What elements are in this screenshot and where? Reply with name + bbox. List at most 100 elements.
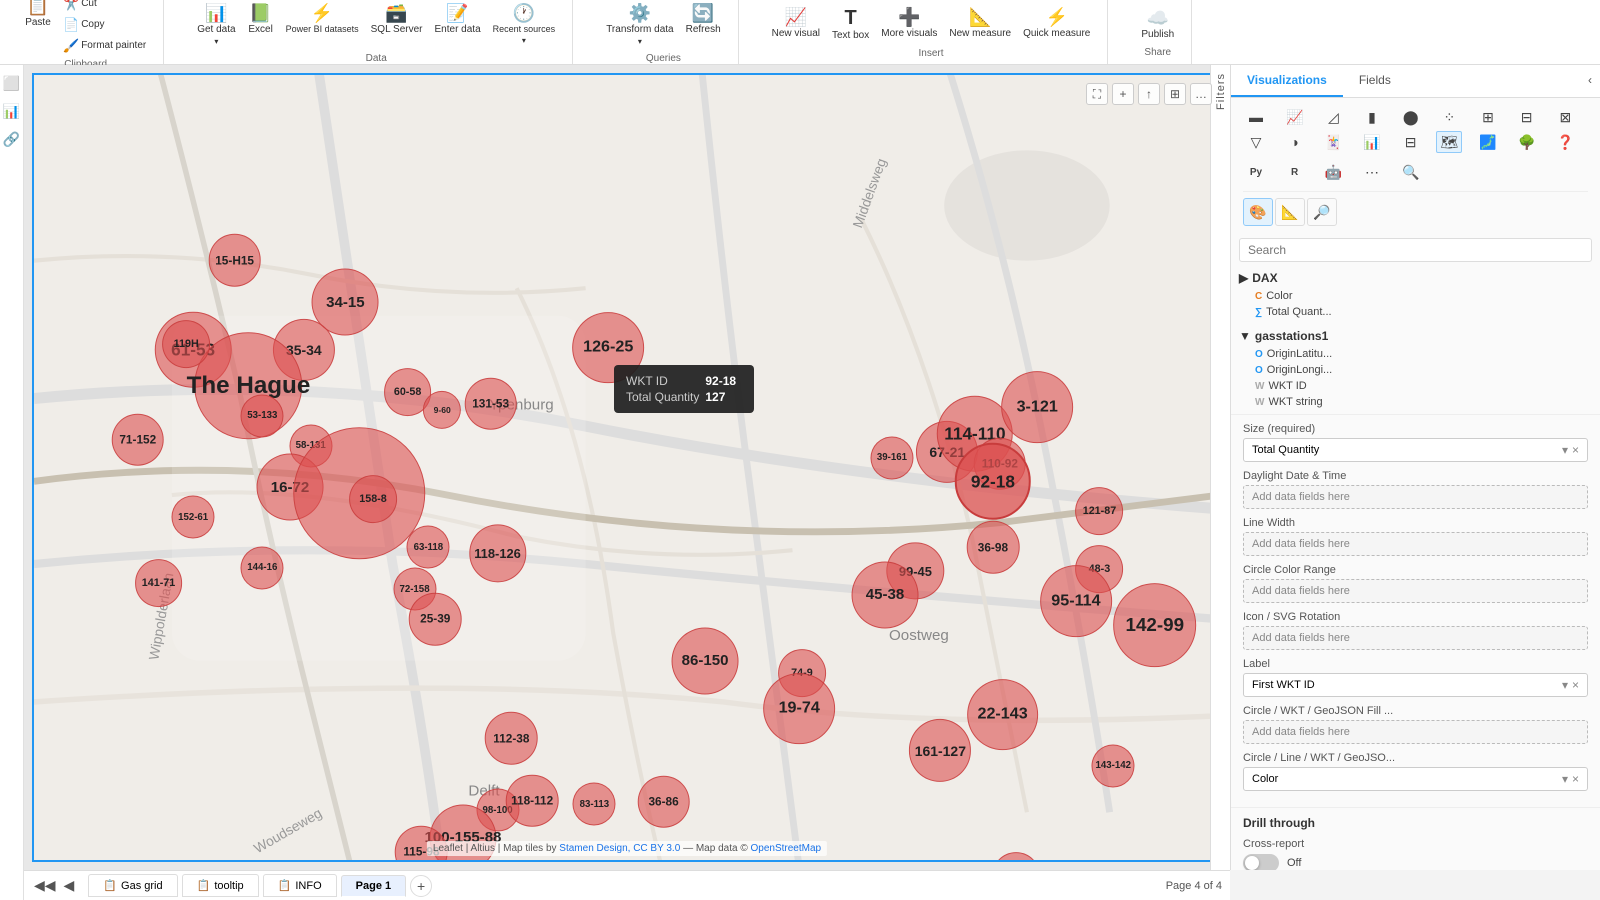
viz-icon-kpi[interactable]: 📊: [1359, 131, 1385, 153]
get-data-arrow: ▾: [214, 37, 218, 46]
size-select[interactable]: Total Quantity ▾ ×: [1243, 438, 1588, 462]
circle-color-dropzone[interactable]: Add data fields here: [1243, 579, 1588, 603]
tab-fields[interactable]: Fields: [1343, 65, 1407, 97]
viz-icon-qa[interactable]: ❓: [1552, 131, 1578, 153]
new-visual-button[interactable]: 📈 New visual: [767, 5, 825, 44]
filters-sidebar: Filters: [1210, 65, 1230, 870]
page1-tab[interactable]: Page 1: [341, 875, 406, 897]
stamen-link[interactable]: Stamen Design, CC BY 3.0: [559, 843, 680, 854]
format-pane-button[interactable]: 🎨: [1243, 198, 1273, 226]
field-total-quantity[interactable]: ∑ Total Quant...: [1239, 304, 1592, 320]
viz-icon-bar[interactable]: ▬: [1243, 106, 1269, 128]
viz-icon-treemap[interactable]: ⊠: [1552, 106, 1578, 128]
osm-link[interactable]: OpenStreetMap: [750, 843, 821, 854]
paste-button[interactable]: 📋 Paste: [20, 0, 56, 55]
refresh-button[interactable]: 🔄 Refresh: [681, 1, 726, 49]
main-canvas: Ypenburg Oostweg Delft Berkel en Rodenri…: [24, 65, 1230, 870]
enter-data-button[interactable]: 📝 Enter data: [430, 1, 486, 49]
publish-icon: ☁️: [1147, 9, 1169, 27]
gasstations-group-header[interactable]: ▼ gasstations1: [1239, 326, 1592, 346]
circle-line-select[interactable]: Color ▾ ×: [1243, 767, 1588, 791]
cut-button[interactable]: ✂️ Cut: [58, 0, 151, 13]
fields-search-input[interactable]: [1239, 238, 1592, 262]
size-clear-button[interactable]: ▾: [1562, 443, 1568, 457]
field-wkt-id[interactable]: W WKT ID: [1239, 378, 1592, 394]
quick-measure-button[interactable]: ⚡ Quick measure: [1018, 5, 1095, 44]
circle-wkt-fill-dropzone[interactable]: Add data fields here: [1243, 720, 1588, 744]
transform-icon: ⚙️: [629, 4, 651, 22]
field-qty-icon: ∑: [1255, 307, 1262, 318]
viz-icon-slicer[interactable]: ⊟: [1398, 131, 1424, 153]
tab-visualizations[interactable]: Visualizations: [1231, 65, 1343, 97]
excel-button[interactable]: 📗 Excel: [243, 1, 279, 49]
zoom-in-button[interactable]: +: [1112, 83, 1134, 105]
label-clear-button[interactable]: ▾: [1562, 678, 1568, 692]
viz-icon-scatter[interactable]: ⁘: [1436, 106, 1462, 128]
viz-icon-py[interactable]: Py: [1243, 161, 1269, 183]
get-data-button[interactable]: 📊 Get data ▾: [192, 1, 240, 49]
publish-button[interactable]: ☁️ Publish: [1136, 6, 1179, 43]
sql-button[interactable]: 🗃️ SQL Server: [366, 1, 428, 49]
drill-up-button[interactable]: ↑: [1138, 83, 1160, 105]
size-remove-button[interactable]: ×: [1572, 443, 1579, 457]
info-tab-icon: 📋: [278, 879, 292, 892]
viz-icon-filled-map[interactable]: 🗾: [1475, 131, 1501, 153]
first-page-button[interactable]: ◀◀: [32, 875, 58, 896]
info-tab[interactable]: 📋 INFO: [263, 874, 337, 897]
recent-sources-button[interactable]: 🕐 Recent sources ▾: [488, 1, 561, 49]
field-origin-lat[interactable]: O OriginLatitu...: [1239, 346, 1592, 362]
viz-icon-ai[interactable]: 🤖: [1320, 161, 1346, 183]
more-options-button[interactable]: …: [1190, 83, 1212, 105]
new-measure-button[interactable]: 📐 New measure: [944, 5, 1016, 44]
text-box-button[interactable]: T Text box: [827, 5, 874, 44]
report-view-icon[interactable]: ⬜: [2, 73, 22, 93]
field-color[interactable]: C Color: [1239, 288, 1592, 304]
viz-icon-map[interactable]: 🗺: [1436, 131, 1462, 153]
format-painter-button[interactable]: 🖌️ Format painter: [58, 36, 151, 55]
data-view-icon[interactable]: 📊: [2, 101, 22, 121]
analytics-pane-button[interactable]: 📐: [1275, 198, 1305, 226]
filter-map-button[interactable]: ⊞: [1164, 83, 1186, 105]
model-view-icon[interactable]: 🔗: [2, 129, 22, 149]
add-page-button[interactable]: +: [410, 875, 432, 897]
focus-mode-button[interactable]: ⛶: [1086, 83, 1108, 105]
circle-line-remove-button[interactable]: ×: [1572, 772, 1579, 786]
field-origin-long[interactable]: O OriginLongi...: [1239, 362, 1592, 378]
viz-icon-pie[interactable]: ⬤: [1398, 106, 1424, 128]
circle-line-clear-button[interactable]: ▾: [1562, 772, 1568, 786]
viz-icon-matrix[interactable]: ⊟: [1514, 106, 1540, 128]
more-visuals-button[interactable]: ➕ More visuals: [876, 5, 942, 44]
dax-group-header[interactable]: ▶ DAX: [1239, 268, 1592, 288]
tooltip-tab[interactable]: 📋 tooltip: [182, 874, 259, 897]
viz-icon-line[interactable]: 📈: [1282, 106, 1308, 128]
viz-icon-r[interactable]: R: [1282, 161, 1308, 183]
cross-report-toggle[interactable]: [1243, 854, 1279, 870]
viz-icon-more[interactable]: ⋯: [1359, 161, 1385, 183]
viz-icon-funnel[interactable]: ▽: [1243, 131, 1269, 153]
line-width-dropzone[interactable]: Add data fields here: [1243, 532, 1588, 556]
format-painter-icon: 🖌️: [63, 39, 79, 52]
icon-rotation-dropzone[interactable]: Add data fields here: [1243, 626, 1588, 650]
viz-icon-decomp[interactable]: 🌳: [1514, 131, 1540, 153]
label-select[interactable]: First WKT ID ▾ ×: [1243, 673, 1588, 697]
gas-grid-tab-icon: 📋: [103, 879, 117, 892]
field-wkt-string[interactable]: W WKT string: [1239, 394, 1592, 410]
fields-pane-button[interactable]: 🔎: [1307, 198, 1337, 226]
gasstations-field-group: ▼ gasstations1 O OriginLatitu... O Origi…: [1239, 326, 1592, 410]
viz-icon-gauge[interactable]: ◑: [1282, 131, 1308, 153]
viz-icon-area[interactable]: ◿: [1320, 106, 1346, 128]
viz-icon-table[interactable]: ⊞: [1475, 106, 1501, 128]
viz-icon-bar2[interactable]: ▮: [1359, 106, 1385, 128]
map-visual[interactable]: Ypenburg Oostweg Delft Berkel en Rodenri…: [32, 73, 1222, 862]
viz-icon-card[interactable]: 🃏: [1320, 131, 1346, 153]
viz-icon-search[interactable]: 🔍: [1398, 161, 1424, 183]
panel-collapse-button[interactable]: ‹: [1580, 65, 1600, 97]
prev-page-button[interactable]: ◀: [62, 875, 77, 896]
label-remove-button[interactable]: ×: [1572, 678, 1579, 692]
daylight-dropzone[interactable]: Add data fields here: [1243, 485, 1588, 509]
power-bi-button[interactable]: ⚡ Power BI datasets: [281, 1, 364, 49]
copy-button[interactable]: 📄 Copy: [58, 15, 151, 34]
svg-text:Oostweg: Oostweg: [889, 627, 949, 644]
transform-button[interactable]: ⚙️ Transform data ▾: [601, 1, 678, 49]
gas-grid-tab[interactable]: 📋 Gas grid: [88, 874, 177, 897]
